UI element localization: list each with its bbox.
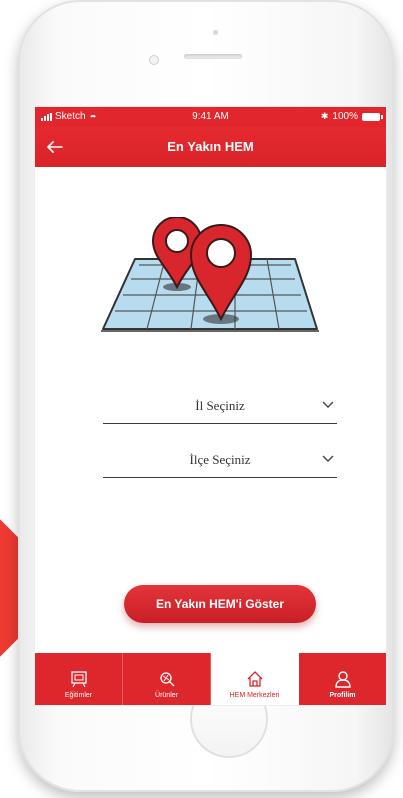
- battery-percent: 100%: [332, 111, 358, 122]
- district-select-label: İlçe Seçiniz: [189, 452, 251, 467]
- products-icon: [159, 672, 174, 687]
- app-screen: Sketch 9:41 AM ✱ 100% En Yakın HEM İl Se…: [35, 107, 386, 705]
- bluetooth-icon: ✱: [320, 111, 329, 121]
- nav-bar: En Yakın HEM: [35, 127, 386, 167]
- profile-icon: [334, 671, 351, 688]
- show-nearest-button[interactable]: En Yakın HEM'i Göster: [124, 585, 316, 623]
- training-icon: [70, 671, 87, 688]
- chevron-down-icon: [322, 455, 334, 462]
- tab-label: Eğitimler: [64, 692, 93, 699]
- tab-trainings[interactable]: Eğitimler: [35, 653, 123, 705]
- phone-camera: [149, 55, 159, 65]
- page-title: En Yakın HEM: [167, 139, 254, 154]
- chevron-down-icon: [322, 401, 334, 408]
- province-select-label: İl Seçiniz: [195, 398, 245, 413]
- home-icon: [247, 671, 262, 687]
- tab-label: Profilim: [329, 692, 356, 699]
- status-bar: Sketch 9:41 AM ✱ 100%: [35, 107, 386, 127]
- province-select[interactable]: İl Seçiniz: [103, 389, 337, 424]
- district-select[interactable]: İlçe Seçiniz: [103, 443, 337, 478]
- tab-label: Ürünler: [155, 692, 178, 699]
- tab-label: HEM Merkezleri: [229, 692, 280, 699]
- phone-sensor: [213, 30, 218, 35]
- tab-profile[interactable]: Profilim: [299, 653, 386, 705]
- tab-hem-centers[interactable]: HEM Merkezleri: [211, 653, 299, 705]
- phone-speaker: [184, 54, 242, 59]
- tab-products[interactable]: Ürünler: [123, 653, 211, 705]
- bottom-tab-bar: Eğitimler Ürünler HEM Merkezleri Profili…: [35, 653, 386, 705]
- battery-icon: [362, 112, 383, 121]
- map-pins-illustration: [101, 217, 319, 332]
